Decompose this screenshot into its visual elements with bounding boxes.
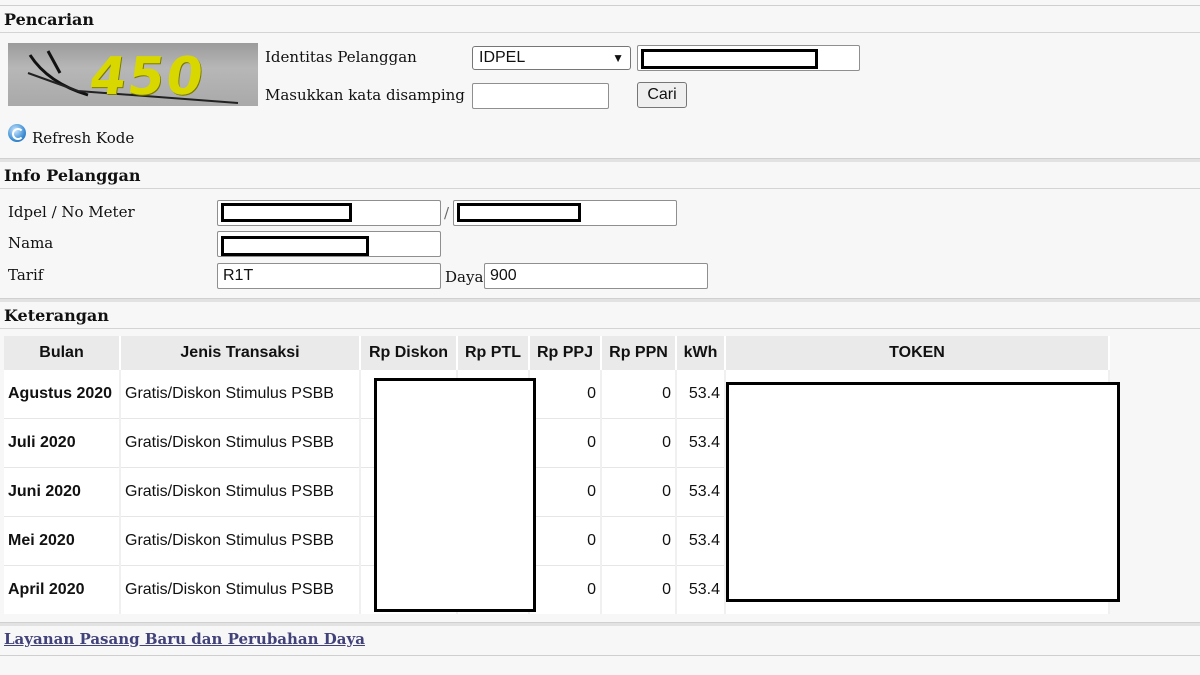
chevron-down-icon: ▼ (612, 51, 624, 65)
identitas-select-value: IDPEL (479, 49, 526, 66)
cell-bulan: Juli 2020 (4, 418, 121, 468)
cell-kwh: 53.4 (676, 418, 726, 468)
col-header: Jenis Transaksi (120, 336, 361, 370)
cell-kwh: 53.4 (676, 467, 726, 517)
identitas-label: Identitas Pelanggan (265, 48, 417, 66)
cell-ppj: 0 (529, 418, 602, 468)
cell-ppj: 0 (529, 516, 602, 566)
section-divider (0, 622, 1200, 626)
cell-ppn: 0 (601, 467, 677, 517)
cell-ppn: 0 (601, 370, 677, 419)
col-header: Rp PTL (457, 336, 530, 370)
section-title-pencarian: Pencarian (0, 6, 1200, 33)
cell-jenis: Gratis/Diskon Stimulus PSBB (120, 565, 361, 614)
col-header: kWh (676, 336, 726, 370)
kata-label: Masukkan kata disamping (265, 86, 465, 104)
cell-ppj: 0 (529, 370, 602, 419)
tarif-field: R1T (217, 263, 441, 289)
cell-jenis: Gratis/Diskon Stimulus PSBB (120, 467, 361, 517)
redacted-token (726, 382, 1120, 602)
cell-kwh: 53.4 (676, 565, 726, 614)
cell-ppn: 0 (601, 516, 677, 566)
cari-button[interactable]: Cari (637, 82, 687, 108)
col-header: Bulan (4, 336, 121, 370)
cell-ppn: 0 (601, 418, 677, 468)
bottom-rule (0, 655, 1200, 656)
idpel-label: Idpel / No Meter (8, 203, 135, 221)
cell-jenis: Gratis/Diskon Stimulus PSBB (120, 418, 361, 468)
cell-bulan: Mei 2020 (4, 516, 121, 566)
cell-ppj: 0 (529, 467, 602, 517)
redacted-no-meter (457, 203, 581, 222)
refresh-kode-link[interactable]: Refresh Kode (32, 129, 134, 147)
idpel-separator: / (444, 204, 450, 222)
identitas-select[interactable]: IDPEL ▼ (472, 46, 631, 70)
col-header: Rp Diskon (360, 336, 458, 370)
cell-jenis: Gratis/Diskon Stimulus PSBB (120, 516, 361, 566)
cell-bulan: Agustus 2020 (4, 370, 121, 419)
redacted-identitas (641, 49, 818, 69)
cell-bulan: April 2020 (4, 565, 121, 614)
daya-label: Daya (445, 268, 484, 286)
cell-ppn: 0 (601, 565, 677, 614)
section-title-keterangan: Keterangan (0, 302, 1200, 329)
col-header: Rp PPJ (529, 336, 602, 370)
col-header: TOKEN (725, 336, 1110, 370)
captcha-image: 450 (8, 43, 258, 106)
redacted-nama (221, 236, 369, 256)
cell-ppj: 0 (529, 565, 602, 614)
nama-label: Nama (8, 234, 54, 252)
col-header: Rp PPN (601, 336, 677, 370)
table-header-row: Bulan Jenis Transaksi Rp Diskon Rp PTL R… (4, 336, 1110, 370)
captcha-code: 450 (85, 47, 209, 106)
cell-jenis: Gratis/Diskon Stimulus PSBB (120, 370, 361, 419)
pasang-baru-link[interactable]: Layanan Pasang Baru dan Perubahan Daya (4, 630, 365, 648)
section-title-info-pelanggan: Info Pelanggan (0, 162, 1200, 189)
redacted-diskon-ptl (374, 378, 536, 612)
redacted-idpel (221, 203, 352, 222)
cell-kwh: 53.4 (676, 370, 726, 419)
tarif-label: Tarif (8, 266, 44, 284)
captcha-input[interactable] (472, 83, 609, 109)
cell-bulan: Juni 2020 (4, 467, 121, 517)
cell-kwh: 53.4 (676, 516, 726, 566)
daya-field: 900 (484, 263, 708, 289)
refresh-icon[interactable] (8, 124, 26, 142)
